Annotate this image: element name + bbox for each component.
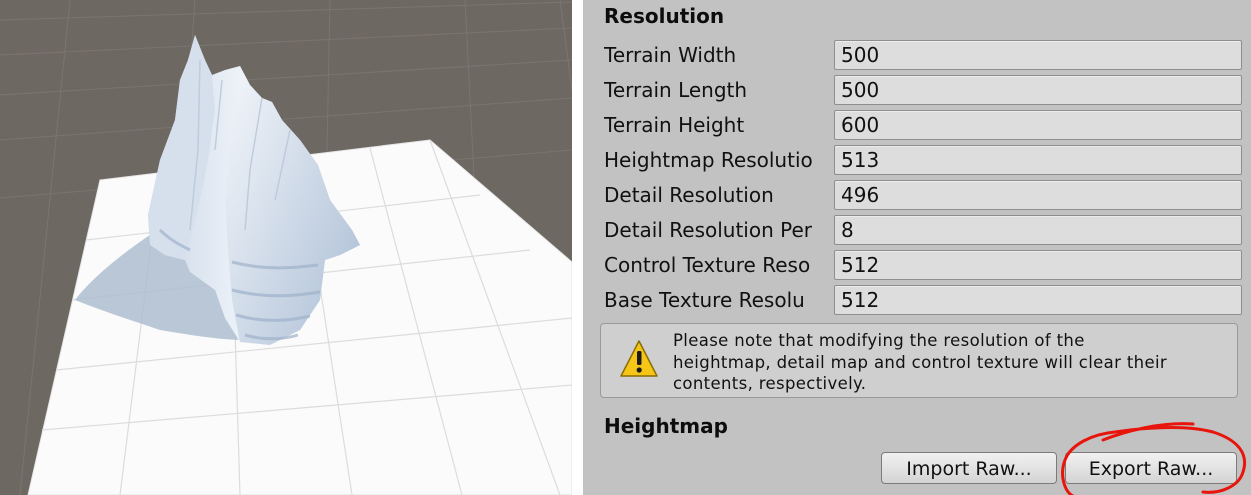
detail-resolution-field[interactable]: 496 — [834, 180, 1242, 210]
warning-message-line: heightmap, detail map and control textur… — [673, 352, 1168, 372]
resolution-section-title: Resolution — [604, 4, 725, 28]
terrain-viewport — [0, 0, 572, 495]
import-raw-button[interactable]: Import Raw... — [881, 452, 1057, 484]
detail-resolution-per-patch-field[interactable]: 8 — [834, 215, 1242, 245]
terrain-inspector: Resolution Terrain Width 500 Terrain Len… — [583, 0, 1251, 495]
terrain-height-label: Terrain Height — [604, 113, 745, 137]
terrain-height-field[interactable]: 600 — [834, 110, 1242, 140]
heightmap-resolution-row: Heightmap Resolutio 513 — [604, 145, 1242, 175]
resolution-warning-helpbox: Please note that modifying the resolutio… — [600, 323, 1238, 398]
terrain-width-row: Terrain Width 500 — [604, 40, 1242, 70]
warning-message: Please note that modifying the resolutio… — [673, 330, 1233, 395]
base-texture-resolution-row: Base Texture Resolu 512 — [604, 285, 1242, 315]
scene-view[interactable] — [0, 0, 572, 495]
terrain-width-label: Terrain Width — [604, 43, 737, 67]
detail-resolution-per-patch-label: Detail Resolution Per — [604, 218, 813, 242]
control-texture-resolution-row: Control Texture Reso 512 — [604, 250, 1242, 280]
detail-resolution-row: Detail Resolution 496 — [604, 180, 1242, 210]
terrain-length-field[interactable]: 500 — [834, 75, 1242, 105]
heightmap-resolution-label: Heightmap Resolutio — [604, 148, 813, 172]
terrain-length-row: Terrain Length 500 — [604, 75, 1242, 105]
warning-message-line: Please note that modifying the resolutio… — [673, 331, 1085, 350]
heightmap-section-title: Heightmap — [604, 414, 728, 438]
control-texture-resolution-field[interactable]: 512 — [834, 250, 1242, 280]
terrain-width-field[interactable]: 500 — [834, 40, 1242, 70]
export-raw-button[interactable]: Export Raw... — [1065, 452, 1237, 484]
terrain-length-label: Terrain Length — [604, 78, 748, 102]
control-texture-resolution-label: Control Texture Reso — [604, 253, 811, 277]
detail-resolution-label: Detail Resolution — [604, 183, 774, 207]
warning-message-line: contents, respectively. — [673, 374, 867, 393]
base-texture-resolution-field[interactable]: 512 — [834, 285, 1242, 315]
warning-icon — [620, 340, 658, 377]
terrain-height-row: Terrain Height 600 — [604, 110, 1242, 140]
heightmap-resolution-field[interactable]: 513 — [834, 145, 1242, 175]
detail-resolution-per-patch-row: Detail Resolution Per 8 — [604, 215, 1242, 245]
base-texture-resolution-label: Base Texture Resolu — [604, 288, 805, 312]
